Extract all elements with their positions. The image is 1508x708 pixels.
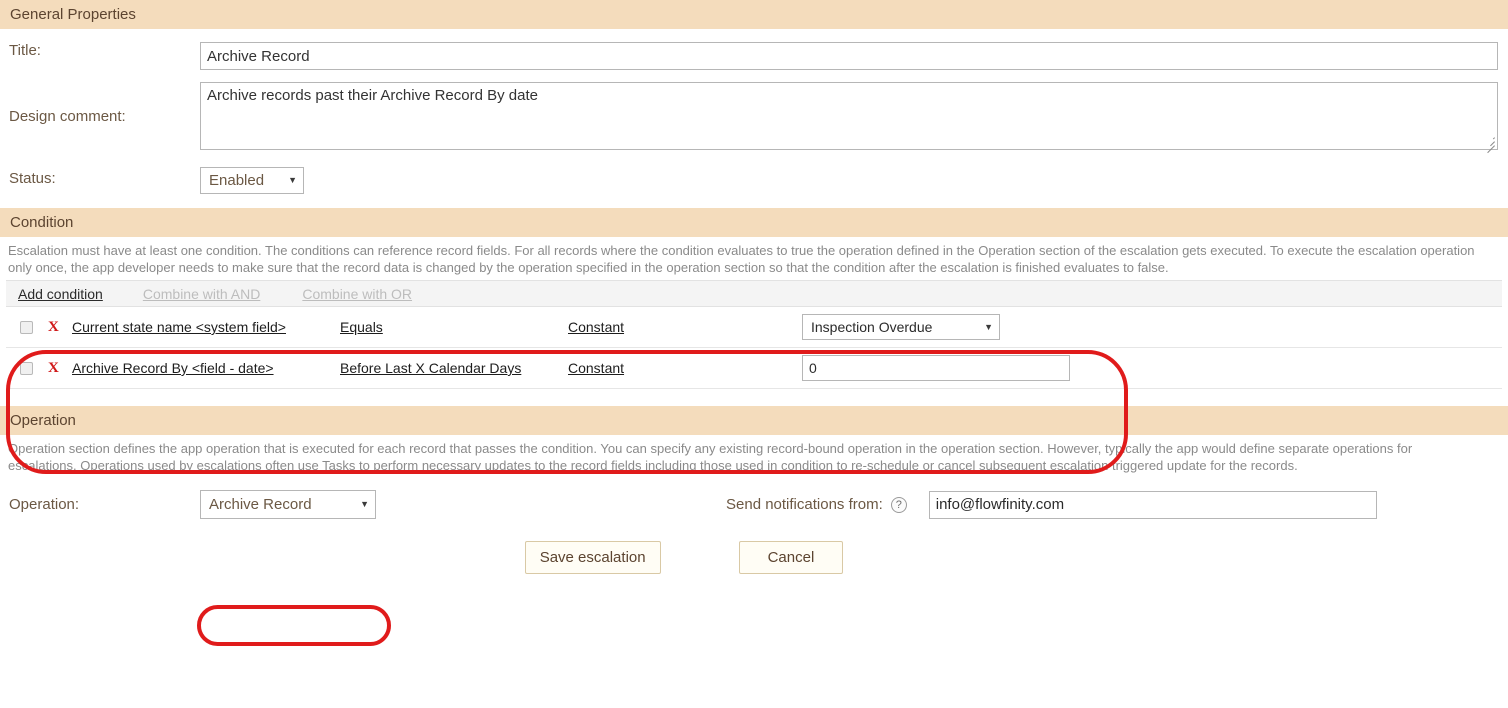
- condition-row: X Archive Record By <field - date> Befor…: [6, 347, 1502, 389]
- title-row: Title:: [0, 42, 1508, 70]
- status-select[interactable]: Enabled ▼: [200, 167, 304, 194]
- condition-value-input[interactable]: [802, 355, 1070, 381]
- condition-row-checkbox[interactable]: [20, 361, 33, 375]
- design-comment-label: Design comment:: [9, 108, 126, 125]
- general-properties-header: General Properties: [0, 0, 1508, 29]
- chevron-down-icon: ▼: [360, 499, 369, 509]
- condition-header: Condition: [0, 208, 1508, 237]
- condition-field-link[interactable]: Current state name <system field>: [72, 319, 286, 335]
- operation-select[interactable]: Archive Record ▼: [200, 490, 376, 519]
- notifications-label: Send notifications from:: [726, 496, 883, 513]
- chevron-down-icon: ▼: [984, 321, 993, 332]
- condition-source-link[interactable]: Constant: [568, 319, 624, 335]
- delete-condition-icon[interactable]: X: [48, 319, 59, 335]
- condition-table: Add condition Combine with AND Combine w…: [6, 280, 1502, 389]
- operation-label: Operation:: [9, 496, 80, 513]
- combine-with-or-link[interactable]: Combine with OR: [302, 286, 412, 302]
- general-properties-section: Title: Design comment: Archive records p…: [0, 42, 1508, 194]
- title-label: Title:: [9, 42, 41, 59]
- operation-header: Operation: [0, 406, 1508, 435]
- operation-select-value: Archive Record: [209, 496, 312, 513]
- annotation-oval-operation: [197, 605, 391, 646]
- combine-with-and-link[interactable]: Combine with AND: [143, 286, 261, 302]
- condition-operator-link[interactable]: Equals: [340, 319, 383, 335]
- condition-row-checkbox[interactable]: [20, 320, 33, 334]
- help-icon[interactable]: ?: [890, 496, 907, 513]
- condition-value-select[interactable]: Inspection Overdue ▼: [802, 314, 1000, 340]
- cancel-button[interactable]: Cancel: [738, 541, 844, 574]
- condition-row: X Current state name <system field> Equa…: [6, 306, 1502, 348]
- operation-description: Operation section defines the app operat…: [8, 441, 1413, 473]
- status-row: Status: Enabled ▼: [0, 167, 1508, 194]
- condition-field-link[interactable]: Archive Record By <field - date>: [72, 360, 274, 376]
- condition-toolbar: Add condition Combine with AND Combine w…: [6, 286, 1502, 302]
- condition-toolbar-row: Add condition Combine with AND Combine w…: [6, 280, 1502, 307]
- condition-source-link[interactable]: Constant: [568, 360, 624, 376]
- condition-description: Escalation must have at least one condit…: [8, 243, 1475, 275]
- condition-operator-link[interactable]: Before Last X Calendar Days: [340, 360, 521, 376]
- save-escalation-button[interactable]: Save escalation: [524, 541, 661, 574]
- add-condition-link[interactable]: Add condition: [18, 286, 103, 302]
- design-comment-textarea[interactable]: Archive records past their Archive Recor…: [200, 82, 1498, 150]
- notifications-group: Send notifications from: ?: [726, 490, 1377, 519]
- chevron-down-icon: ▼: [288, 175, 297, 185]
- notifications-email-input[interactable]: [928, 490, 1377, 519]
- footer-actions: Save escalation Cancel: [0, 541, 1508, 574]
- delete-condition-icon[interactable]: X: [48, 360, 59, 376]
- condition-value-select-text: Inspection Overdue: [811, 319, 933, 335]
- status-select-value: Enabled: [209, 172, 265, 189]
- title-input[interactable]: [200, 42, 1498, 70]
- design-comment-row: Design comment: Archive records past the…: [0, 82, 1508, 154]
- status-label: Status:: [9, 170, 56, 187]
- operation-row: Operation: Archive Record ▼ Send notific…: [0, 490, 1508, 519]
